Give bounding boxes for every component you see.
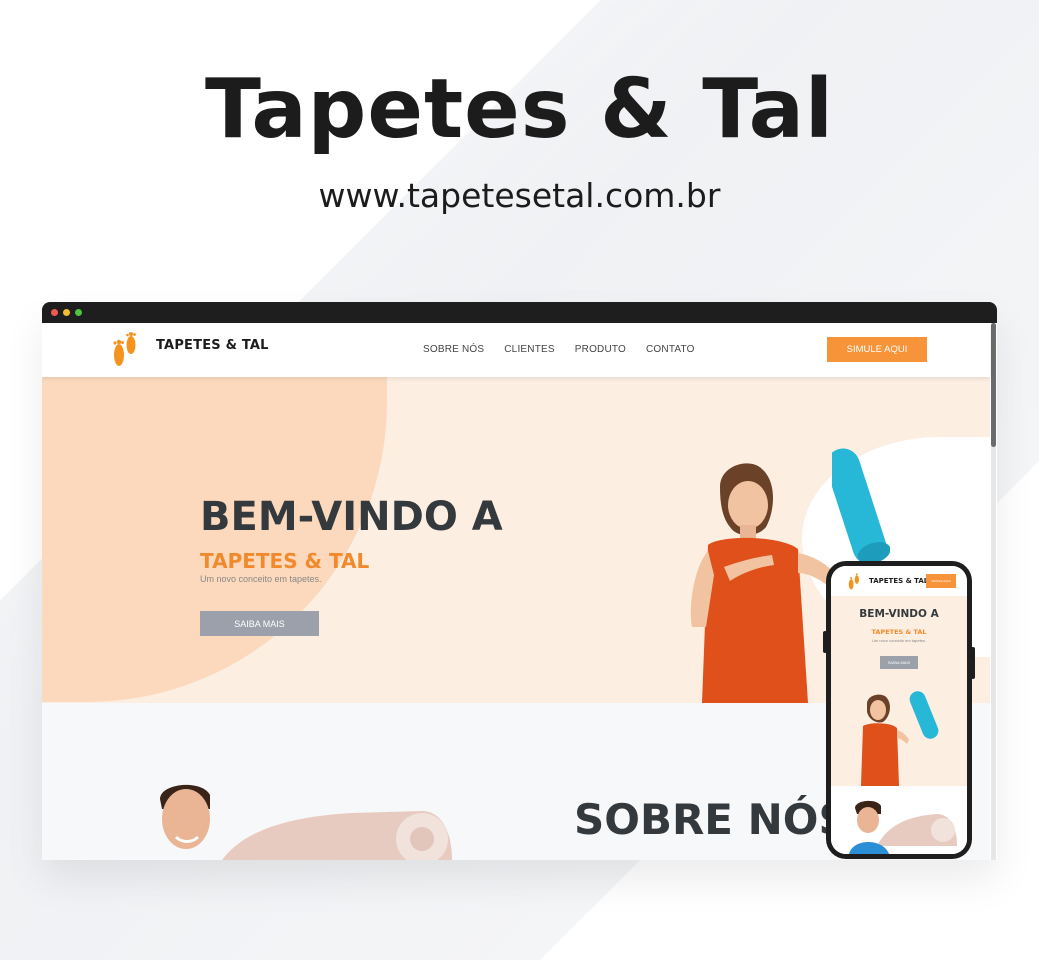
mobile-saiba-mais-button[interactable]: SAIBA MAIS — [880, 656, 918, 669]
phone-screen: TAPETES & TAL SIMULE AQUI BEM-VINDO A TA… — [831, 566, 967, 854]
mobile-about-section — [831, 786, 967, 854]
nav-item-produto[interactable]: PRODUTO — [575, 344, 626, 355]
maximize-window-dot[interactable] — [75, 309, 82, 316]
mobile-header: TAPETES & TAL SIMULE AQUI — [831, 566, 967, 596]
mobile-hero-section: BEM-VINDO A TAPETES & TAL Um novo concei… — [831, 596, 967, 786]
nav-item-clientes[interactable]: CLIENTES — [504, 344, 555, 355]
phone-power-button — [971, 647, 975, 679]
browser-scrollbar[interactable] — [991, 323, 996, 860]
logo-text[interactable]: TAPETES & TAL — [156, 338, 269, 353]
hero-tagline: Um novo conceito em tapetes. — [200, 574, 322, 584]
scrollbar-thumb[interactable] — [991, 323, 996, 447]
promo-url: www.tapetesetal.com.br — [318, 176, 721, 215]
mobile-phone-mockup: TAPETES & TAL SIMULE AQUI BEM-VINDO A TA… — [823, 561, 975, 859]
browser-titlebar — [42, 302, 997, 323]
about-title: SOBRE NÓS — [574, 795, 849, 844]
nav-item-contato[interactable]: CONTATO — [646, 344, 695, 355]
mobile-rolled-rug-image — [877, 814, 957, 846]
mobile-logo-text[interactable]: TAPETES & TAL — [869, 577, 928, 585]
close-window-dot[interactable] — [51, 309, 58, 316]
mobile-hero-brand: TAPETES & TAL — [871, 628, 927, 636]
footprints-logo-icon[interactable] — [109, 329, 141, 369]
simule-aqui-button[interactable]: SIMULE AQUI — [827, 337, 927, 362]
nav-item-sobre-nos[interactable]: SOBRE NÓS — [423, 344, 484, 355]
rolled-rug-image — [222, 811, 452, 860]
site-header: TAPETES & TAL SOBRE NÓS CLIENTES PRODUTO… — [42, 323, 990, 377]
promo-title: Tapetes & Tal — [204, 62, 835, 157]
minimize-window-dot[interactable] — [63, 309, 70, 316]
blue-mat-image — [832, 448, 890, 565]
mobile-hero-heading: BEM-VINDO A — [859, 608, 939, 620]
saiba-mais-button[interactable]: SAIBA MAIS — [200, 611, 319, 636]
phone-volume-button — [823, 631, 827, 653]
mobile-simule-aqui-button[interactable]: SIMULE AQUI — [926, 574, 956, 588]
woman-photo — [690, 463, 838, 703]
mobile-hero-tagline: Um novo conceito em tapetes. — [871, 638, 927, 643]
mobile-woman-photo — [861, 694, 909, 786]
mobile-man-photo — [849, 800, 889, 854]
mobile-blue-mat-image — [909, 691, 939, 739]
man-photo — [160, 784, 210, 849]
footprints-logo-icon[interactable] — [846, 572, 862, 591]
hero-heading: BEM-VINDO A — [200, 494, 503, 540]
main-nav: SOBRE NÓS CLIENTES PRODUTO CONTATO — [423, 344, 695, 355]
hero-brand: TAPETES & TAL — [200, 549, 370, 573]
